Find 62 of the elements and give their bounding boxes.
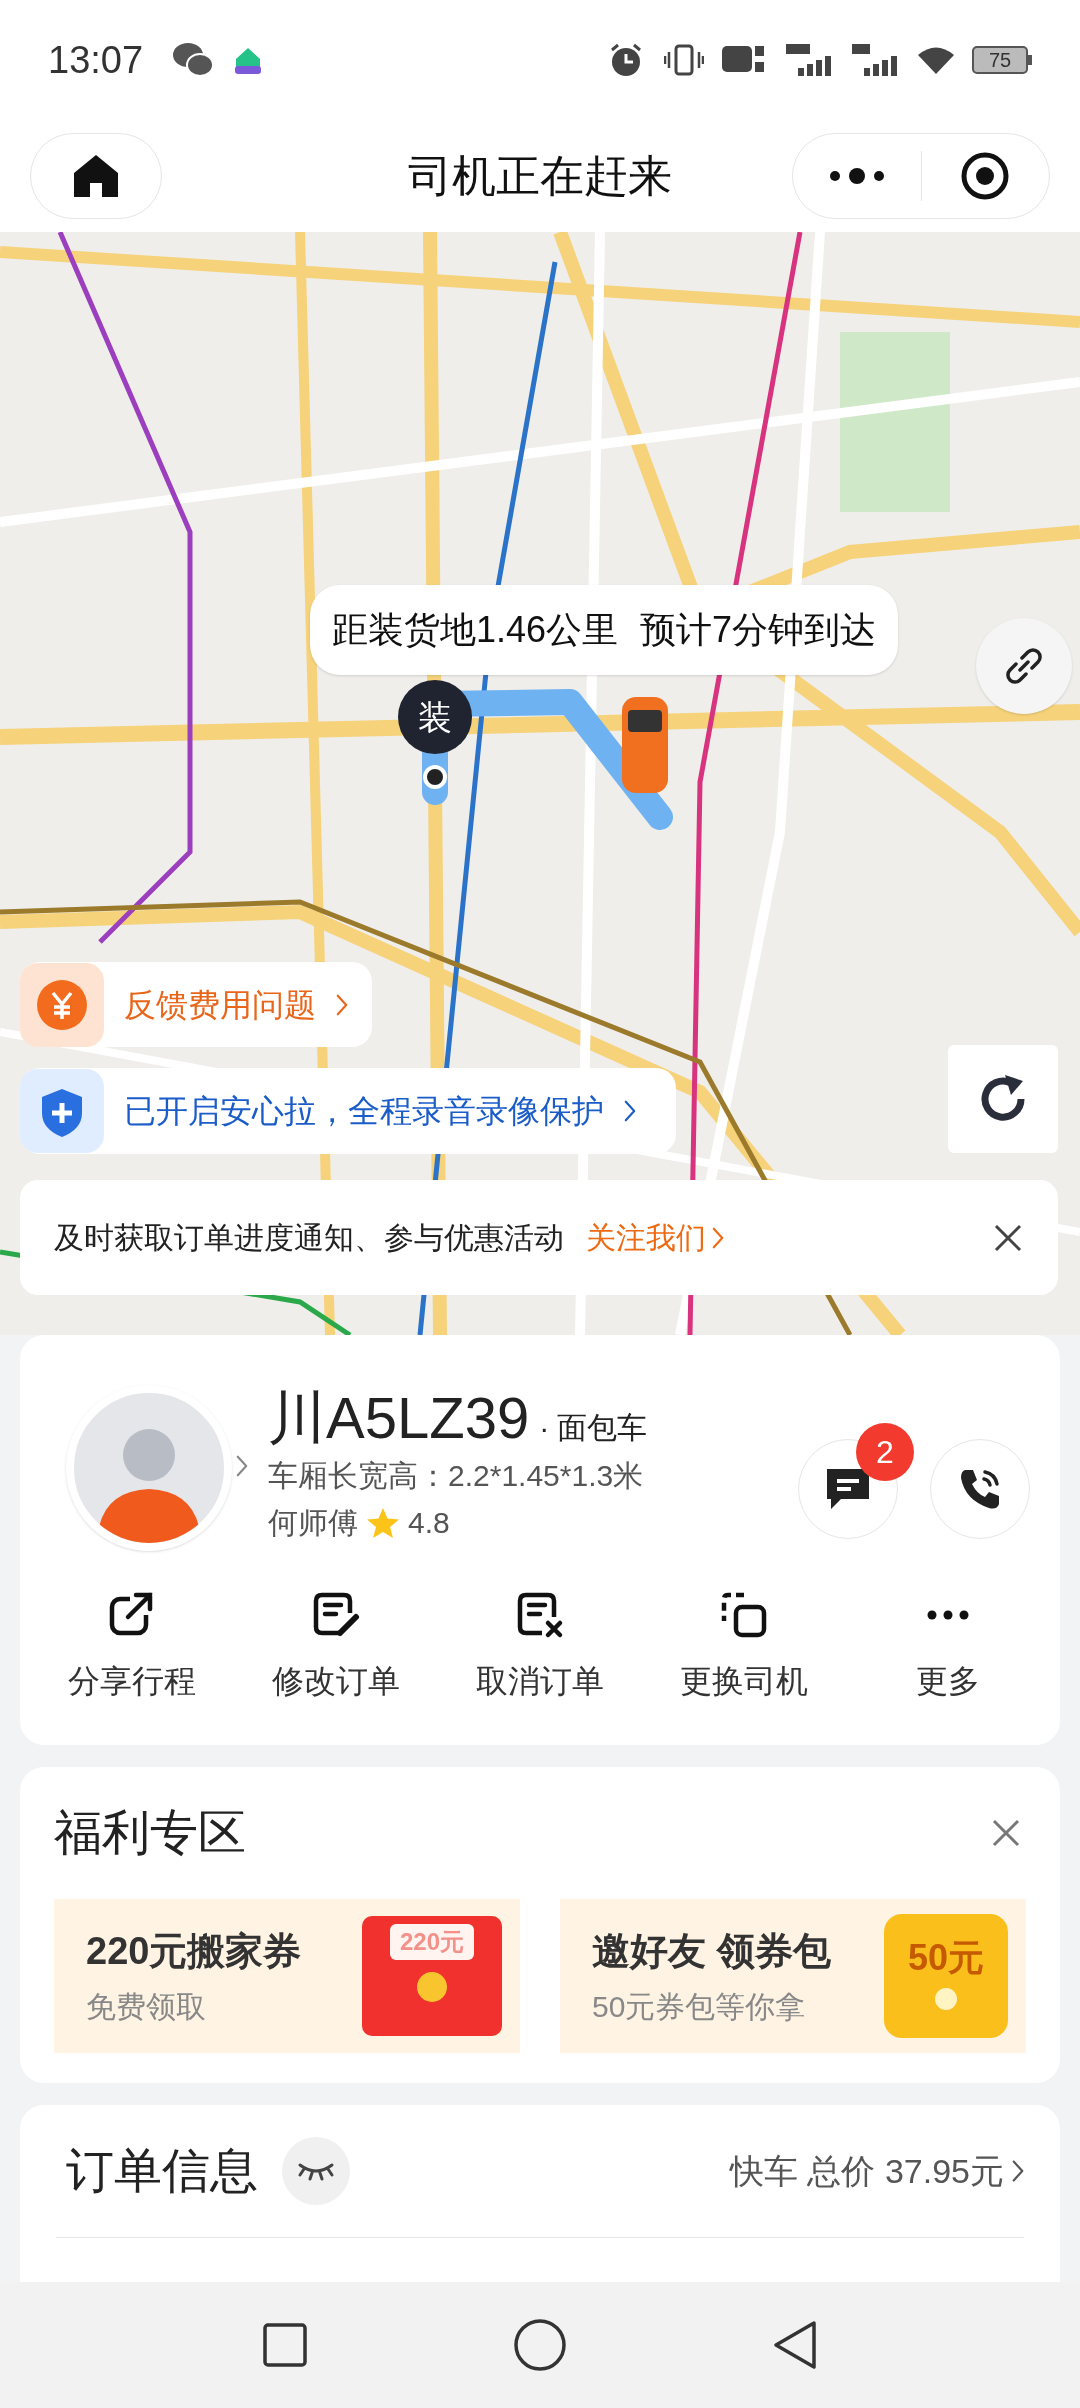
yuan-icon bbox=[20, 962, 104, 1047]
driver-rating: 4.8 bbox=[408, 1505, 450, 1541]
circle-icon bbox=[513, 2318, 567, 2372]
cancel-icon bbox=[516, 1591, 564, 1639]
status-time: 13:07 bbox=[48, 37, 144, 83]
driver-name: 何师傅 bbox=[268, 1505, 358, 1541]
chevron-icon bbox=[712, 1226, 724, 1249]
action-button[interactable]: 取消订单 bbox=[438, 1591, 642, 1705]
safety-text: 已开启安心拉，全程录音录像保护 bbox=[124, 1092, 604, 1131]
distance-text: 距装货地1.46公里 bbox=[332, 608, 619, 652]
alarm-icon bbox=[608, 42, 644, 78]
swap-icon bbox=[720, 1591, 768, 1639]
notice-text: 及时获取订单进度通知、参与优惠活动 bbox=[54, 1220, 564, 1256]
signal-icon bbox=[850, 42, 900, 78]
promo-subtitle: 免费领取 bbox=[86, 1989, 207, 2025]
chevron-icon bbox=[236, 1455, 248, 1477]
cargo-dimensions: 车厢长宽高：2.2*1.45*1.3米 bbox=[268, 1458, 645, 1494]
promo-title: 220元搬家券 bbox=[86, 1929, 303, 1974]
close-icon bbox=[992, 1819, 1020, 1847]
action-button[interactable]: 分享行程 bbox=[30, 1591, 234, 1705]
close-icon bbox=[994, 1223, 1022, 1252]
closed-eye-icon bbox=[296, 2161, 336, 2181]
pack-amount: 50元 bbox=[907, 1940, 984, 1976]
triangle-icon bbox=[771, 2319, 818, 2371]
house-icon bbox=[233, 45, 264, 75]
action-button[interactable]: 修改订单 bbox=[234, 1591, 438, 1705]
action-button[interactable]: 更多 bbox=[846, 1591, 1050, 1705]
chevron-icon bbox=[1012, 2159, 1024, 2183]
target-icon bbox=[960, 151, 1011, 201]
envelope-amount: 220元 bbox=[389, 1924, 474, 1960]
edit-icon bbox=[312, 1591, 360, 1639]
vehicle-type: · 面包车 bbox=[539, 1410, 648, 1446]
eta-text: 预计7分钟到达 bbox=[640, 608, 877, 652]
chevron-icon bbox=[624, 1100, 636, 1122]
safety-chip[interactable]: 已开启安心拉，全程录音录像保护 bbox=[20, 1068, 676, 1154]
action-button[interactable]: 更换司机 bbox=[642, 1591, 846, 1705]
recents-button[interactable] bbox=[262, 2322, 309, 2368]
plate-number: 川A5LZ39 bbox=[268, 1385, 530, 1451]
feedback-text: 反馈费用问题 bbox=[124, 985, 316, 1025]
promo-subtitle: 50元券包等你拿 bbox=[592, 1989, 807, 2025]
section-title: 订单信息 bbox=[66, 2143, 258, 2199]
home-nav-button[interactable] bbox=[513, 2318, 567, 2372]
square-icon bbox=[262, 2322, 309, 2368]
seal-icon bbox=[933, 1986, 959, 2012]
price-summary-link[interactable]: 快车 总价 37.95元 bbox=[730, 2145, 1024, 2197]
back-button[interactable] bbox=[771, 2319, 818, 2371]
more-icon bbox=[828, 168, 885, 184]
promo-banner[interactable]: 邀好友 领券包 50元券包等你拿 50元 bbox=[560, 1899, 1026, 2053]
promo-banner[interactable]: 220元搬家券 免费领取 220元 bbox=[54, 1899, 520, 2053]
home-icon bbox=[72, 153, 120, 199]
signal-icon bbox=[784, 42, 834, 78]
page-title: 司机正在赶来 bbox=[408, 150, 672, 202]
section-title: 福利专区 bbox=[54, 1805, 246, 1861]
battery-level: 75 bbox=[988, 50, 1012, 70]
chevron-icon bbox=[336, 993, 348, 1016]
star-icon bbox=[366, 1506, 400, 1539]
shield-icon bbox=[20, 1069, 104, 1153]
refresh-button[interactable] bbox=[948, 1045, 1058, 1153]
promo-title: 邀好友 领券包 bbox=[592, 1929, 832, 1974]
unread-badge: 2 bbox=[856, 1423, 914, 1481]
vibrate-icon bbox=[664, 43, 704, 77]
coin-icon bbox=[415, 1970, 449, 2004]
